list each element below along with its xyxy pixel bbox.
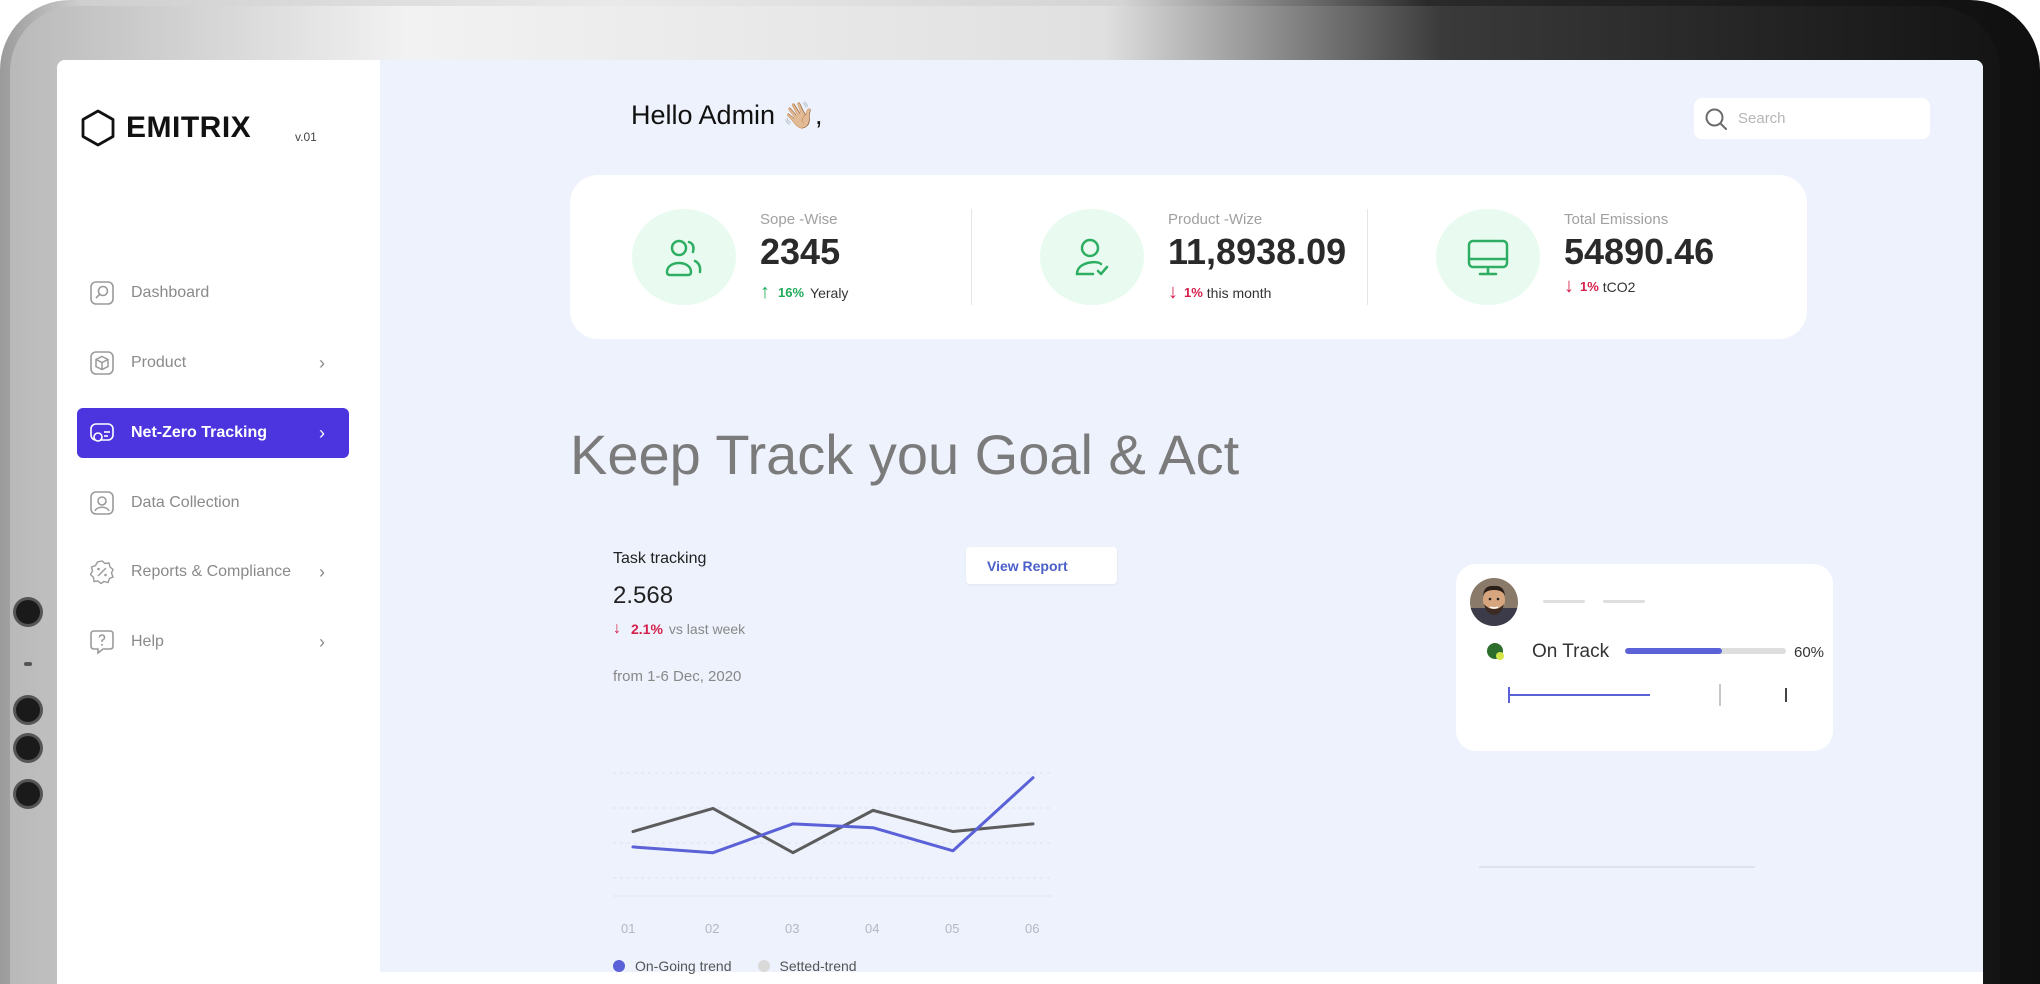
stat-change-label: Yeraly [810,284,849,301]
side-button [16,600,40,624]
side-button [16,698,40,722]
x-tick-label: 04 [865,921,879,936]
stat-change-label: tCO2 [1602,278,1636,295]
app-logo[interactable]: EMITRIX [80,108,251,148]
status-card: On Track 60% [1456,564,1833,751]
stat-icon-badge [1040,209,1144,305]
stat-change-pct: 1% [1184,285,1203,300]
users-icon [665,239,702,277]
net-zero-icon [89,420,115,446]
legend-item-setted: Setted-trend [757,958,857,974]
chevron-right-icon: › [319,422,325,443]
search-input[interactable] [1738,110,1918,127]
greeting-suffix: , [814,100,823,130]
status-timeline [1508,684,1787,706]
task-change-label: vs last week [668,621,746,637]
chart-legend: On-Going trend Setted-trend [613,958,883,974]
help-bubble-icon [89,629,115,655]
legend-dot [613,960,625,972]
app-version: v.01 [295,130,317,144]
stat-label: Total Emissions [1564,211,1669,228]
divider [971,209,972,305]
sidebar-item-label: Help [131,633,164,650]
stat-change-pct: 16% [778,285,805,300]
stat-change: ↓ 1% this month [1168,281,1271,304]
sidebar-item-label: Net-Zero Tracking [131,424,268,441]
stat-icon-badge [632,209,736,305]
user-check-icon [1075,238,1109,276]
stat-value: 54890.46 [1564,231,1715,272]
x-tick-label: 06 [1025,921,1039,936]
greeting-text: Hello Admin [631,100,776,130]
stat-value: 2345 [760,231,841,272]
chevron-right-icon: › [319,561,325,582]
x-tick-label: 03 [785,921,799,936]
arrow-up-icon: ↑ [760,281,770,303]
cube-icon [89,350,115,376]
sidebar-item-label: Product [131,354,187,371]
arrow-down-icon: ↓ [613,620,621,637]
task-tracking-value: 2.568 [613,582,674,609]
stat-change-label: this month [1206,284,1272,301]
divider [1479,866,1755,868]
waving-hand-emoji: 👋🏼 [782,100,815,130]
stat-icon-badge [1436,209,1540,305]
page-headline: Keep Track you Goal & Act [570,423,1240,486]
divider [1367,209,1368,305]
stat-value: 11,8938.09 [1168,231,1347,272]
stats-card: Sope -Wise 2345 ↑ 16% Yeraly Product -Wi… [570,175,1807,339]
hexagon-logo-icon [81,109,115,147]
legend-label: Setted-trend [779,958,857,974]
dashboard-icon [89,280,115,306]
stat-change: ↑ 16% Yeraly [760,281,848,304]
stat-label: Product -Wize [1168,211,1263,228]
sidebar: EMITRIX v.01 Dashboard Product › Net-Zer… [57,60,380,984]
sidebar-item-label: Dashboard [131,284,210,301]
sidebar-item-net-zero-tracking[interactable]: Net-Zero Tracking › [77,408,349,458]
date-range: from 1-6 Dec, 2020 [613,668,742,685]
badge-percent-icon [89,559,115,585]
search-icon [1705,108,1727,130]
sidebar-item-reports-compliance[interactable]: Reports & Compliance › [77,547,349,597]
arrow-down-icon: ↓ [1168,281,1178,303]
view-report-button[interactable]: View Report [966,547,1117,584]
task-tracking-chart: 01 02 03 04 05 06 [613,772,1053,936]
side-button [16,782,40,806]
legend-dot [757,960,770,972]
sidebar-item-data-collection[interactable]: Data Collection [77,478,349,528]
greeting: Hello Admin 👋🏼, [631,100,822,131]
x-tick-label: 05 [945,921,959,936]
sidebar-item-product[interactable]: Product › [77,338,349,388]
search-box[interactable] [1694,98,1930,139]
main-content: Hello Admin 👋🏼, Sope -Wise 2345 ↑ 16% Ye… [380,60,1983,974]
sidebar-item-label: Reports & Compliance [131,563,292,580]
stat-change: ↓ 1% tCO2 [1564,275,1635,298]
user-square-icon [89,490,115,516]
task-tracking-change: ↓ 2.1% vs last week [613,620,745,638]
x-tick-label: 01 [621,921,635,936]
chevron-right-icon: › [319,352,325,373]
legend-label: On-Going trend [635,958,732,974]
legend-item-ongoing: On-Going trend [613,958,732,974]
stat-change-pct: 1% [1580,279,1599,294]
task-tracking-title: Task tracking [613,550,707,567]
app-screen: EMITRIX v.01 Dashboard Product › Net-Zer… [57,60,1983,984]
sidebar-item-help[interactable]: Help › [77,617,349,667]
x-tick-label: 02 [705,921,719,936]
side-button [16,736,40,760]
task-change-pct: 2.1% [631,621,663,637]
app-name: EMITRIX [126,111,252,144]
sidebar-item-dashboard[interactable]: Dashboard [77,268,349,318]
stat-label: Sope -Wise [760,211,838,228]
arrow-down-icon: ↓ [1564,275,1574,297]
chevron-right-icon: › [319,631,325,652]
monitor-icon [1467,239,1509,276]
sidebar-item-label: Data Collection [131,494,240,511]
side-button [24,662,32,666]
